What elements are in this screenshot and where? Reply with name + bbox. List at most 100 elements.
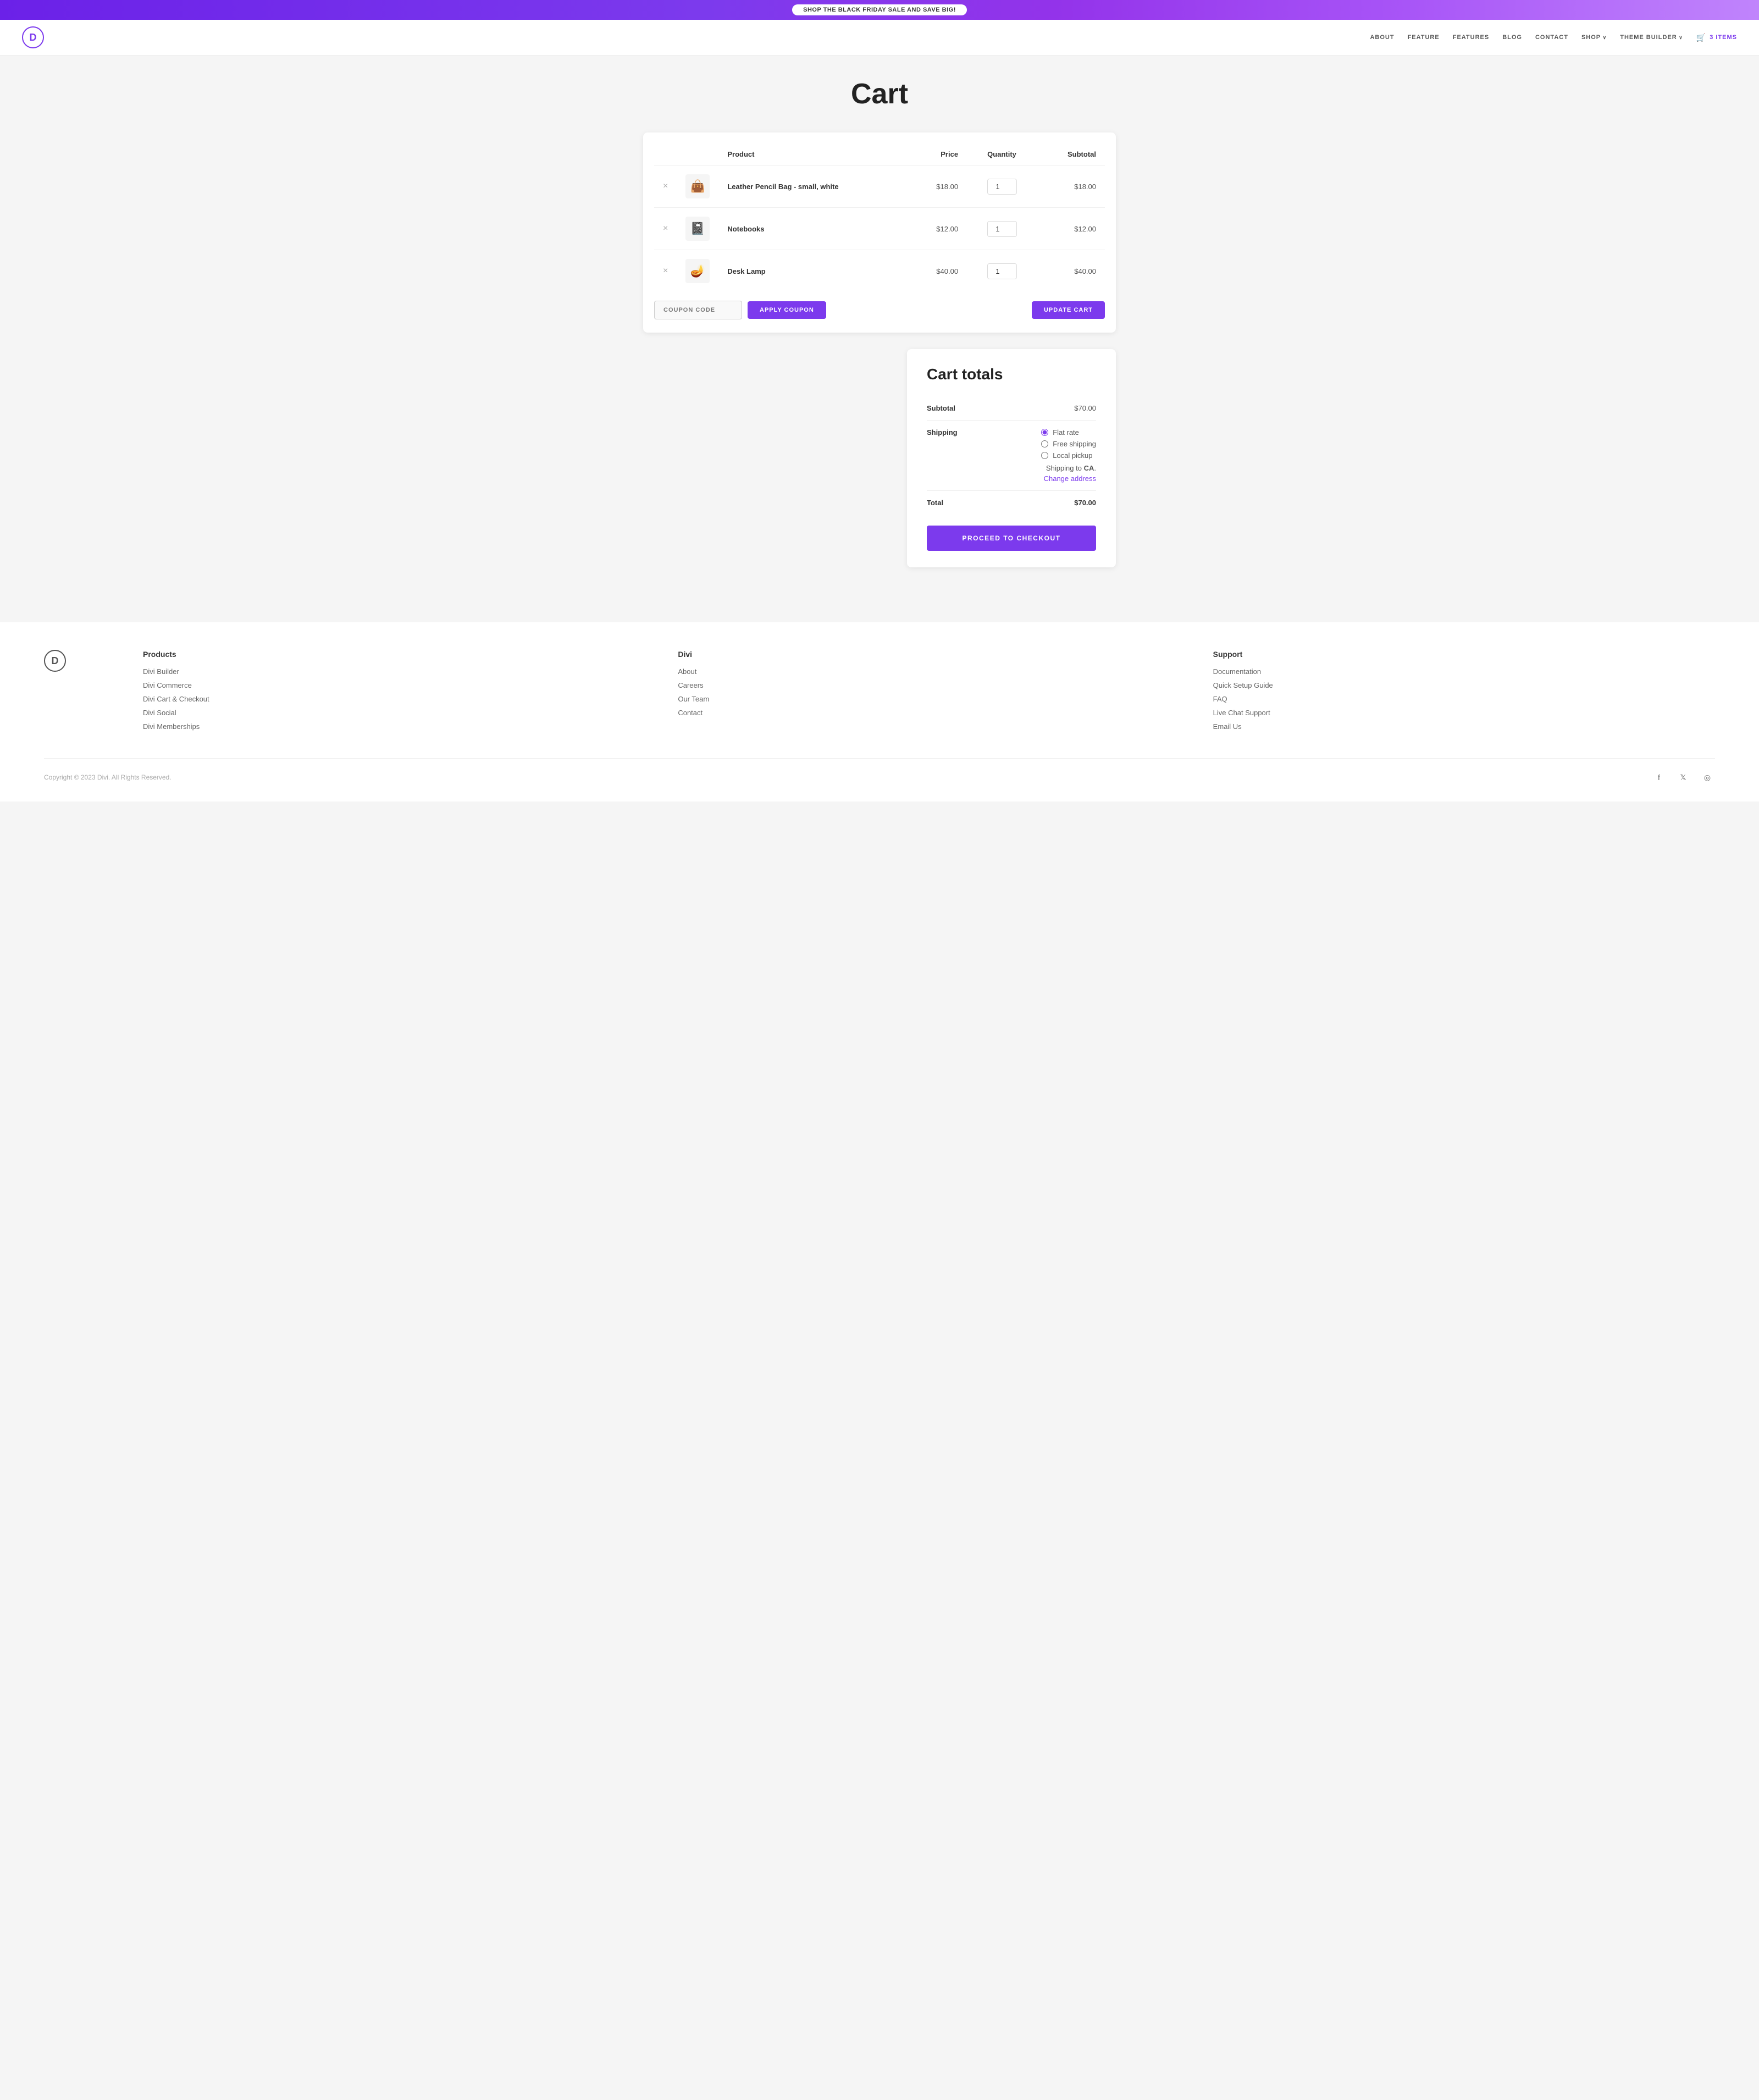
footer-columns: Products Divi Builder Divi Commerce Divi Ca… — [143, 650, 1715, 736]
cart-row: × 👜 Leather Pencil Bag - small, white $1… — [654, 165, 1105, 208]
footer-link[interactable]: About — [678, 667, 1180, 676]
footer-col: Divi About Careers Our Team Contact — [678, 650, 1180, 736]
product-name: Notebooks — [727, 225, 764, 233]
change-address-link[interactable]: Change address — [1041, 474, 1096, 483]
total-value: $70.00 — [1074, 499, 1096, 507]
logo[interactable]: D — [22, 26, 44, 48]
footer-link[interactable]: Divi Memberships — [143, 722, 645, 731]
social-twitter-icon[interactable]: 𝕏 — [1675, 770, 1691, 785]
shipping-free-label: Free shipping — [1053, 440, 1096, 448]
subtotal-row: Subtotal $70.00 — [927, 396, 1096, 421]
shipping-radio-local[interactable] — [1041, 452, 1048, 459]
product-subtotal: $18.00 — [1037, 165, 1105, 208]
checkout-button[interactable]: PROCEED TO CHECKOUT — [927, 526, 1096, 551]
footer-link[interactable]: Careers — [678, 681, 1180, 689]
footer-col-title: Support — [1213, 650, 1715, 659]
cart-row: × 🪔 Desk Lamp $40.00 $40.00 — [654, 250, 1105, 292]
nav-feature[interactable]: FEATURE — [1408, 34, 1440, 41]
footer-bottom: Copyright © 2023 Divi. All Rights Reserv… — [44, 758, 1715, 785]
nav-contact[interactable]: CONTACT — [1535, 34, 1568, 41]
banner-text: SHOP THE BLACK FRIDAY SALE AND SAVE BIG! — [792, 4, 967, 15]
shipping-label: Shipping — [927, 428, 971, 436]
update-cart-button[interactable]: UPDATE CART — [1032, 301, 1105, 319]
coupon-left: APPLY COUPON — [654, 301, 826, 319]
nav-shop[interactable]: SHOP — [1581, 34, 1607, 41]
social-facebook-icon[interactable]: f — [1651, 770, 1667, 785]
product-subtotal: $40.00 — [1037, 250, 1105, 292]
footer: D Products Divi Builder Divi Commerce Divi … — [0, 622, 1759, 802]
product-price: $18.00 — [909, 165, 967, 208]
product-price: $12.00 — [909, 208, 967, 250]
cart-item-count: 3 ITEMS — [1710, 34, 1737, 41]
footer-link[interactable]: Divi Commerce — [143, 681, 645, 689]
total-label: Total — [927, 499, 971, 507]
footer-link[interactable]: Divi Social — [143, 709, 645, 717]
cart-nav[interactable]: 🛒 3 ITEMS — [1696, 33, 1737, 42]
cart-table-container: Product Price Quantity Subtotal × 👜 Leat… — [643, 132, 1116, 333]
main-content: Cart Product Price Quantity Subtotal × 👜… — [632, 56, 1127, 589]
cart-row: × 📓 Notebooks $12.00 $12.00 — [654, 208, 1105, 250]
quantity-input[interactable] — [987, 263, 1017, 279]
product-price: $40.00 — [909, 250, 967, 292]
footer-link[interactable]: Documentation — [1213, 667, 1715, 676]
shipping-to: Shipping to CA. — [1041, 464, 1096, 472]
col-price: Price — [909, 143, 967, 165]
shipping-row: Shipping Flat rate Free shipping — [927, 421, 1096, 491]
social-icons: f 𝕏 ◎ — [1651, 770, 1715, 785]
footer-link[interactable]: Divi Cart & Checkout — [143, 695, 645, 703]
footer-top: D Products Divi Builder Divi Commerce Divi … — [44, 650, 1715, 736]
cart-totals-wrapper: Cart totals Subtotal $70.00 Shipping Fla… — [643, 349, 1116, 567]
product-subtotal: $12.00 — [1037, 208, 1105, 250]
footer-col-title: Products — [143, 650, 645, 659]
footer-col: Products Divi Builder Divi Commerce Divi Ca… — [143, 650, 645, 736]
footer-link[interactable]: Quick Setup Guide — [1213, 681, 1715, 689]
shipping-option-flat[interactable]: Flat rate — [1041, 428, 1096, 436]
product-image: 👜 — [685, 174, 710, 198]
col-quantity: Quantity — [967, 143, 1037, 165]
product-image: 📓 — [685, 217, 710, 241]
footer-col-title: Divi — [678, 650, 1180, 659]
subtotal-value: $70.00 — [1074, 404, 1096, 412]
nav-about[interactable]: ABOUT — [1370, 34, 1394, 41]
footer-copyright: Copyright © 2023 Divi. All Rights Reserv… — [44, 773, 172, 781]
footer-link[interactable]: Our Team — [678, 695, 1180, 703]
remove-item-button[interactable]: × — [663, 266, 668, 275]
main-nav: ABOUT FEATURE FEATURES BLOG CONTACT SHOP… — [1370, 33, 1737, 42]
shipping-option-free[interactable]: Free shipping — [1041, 440, 1096, 448]
top-banner: SHOP THE BLACK FRIDAY SALE AND SAVE BIG! — [0, 0, 1759, 20]
product-name: Desk Lamp — [727, 267, 765, 275]
footer-link[interactable]: Live Chat Support — [1213, 709, 1715, 717]
apply-coupon-button[interactable]: APPLY COUPON — [748, 301, 826, 319]
social-instagram-icon[interactable]: ◎ — [1700, 770, 1715, 785]
footer-col: Support Documentation Quick Setup Guide FAQ… — [1213, 650, 1715, 736]
coupon-input[interactable] — [654, 301, 742, 319]
shipping-flat-label: Flat rate — [1053, 428, 1079, 436]
quantity-input[interactable] — [987, 221, 1017, 237]
footer-logo-col: D — [44, 650, 110, 736]
shipping-radio-free[interactable] — [1041, 440, 1048, 447]
footer-link[interactable]: Contact — [678, 709, 1180, 717]
remove-item-button[interactable]: × — [663, 224, 668, 233]
footer-link[interactable]: FAQ — [1213, 695, 1715, 703]
quantity-input[interactable] — [987, 179, 1017, 195]
shipping-option-local[interactable]: Local pickup — [1041, 451, 1096, 460]
shipping-radio-flat[interactable] — [1041, 429, 1048, 436]
cart-icon: 🛒 — [1696, 33, 1706, 42]
col-product: Product — [718, 143, 909, 165]
footer-link[interactable]: Email Us — [1213, 722, 1715, 731]
nav-features[interactable]: FEATURES — [1453, 34, 1489, 41]
footer-logo[interactable]: D — [44, 650, 66, 672]
footer-link[interactable]: Divi Builder — [143, 667, 645, 676]
nav-theme-builder[interactable]: THEME BUILDER — [1620, 34, 1683, 41]
nav-blog[interactable]: BLOG — [1502, 34, 1522, 41]
col-remove — [654, 143, 677, 165]
col-subtotal: Subtotal — [1037, 143, 1105, 165]
remove-item-button[interactable]: × — [663, 181, 668, 191]
subtotal-label: Subtotal — [927, 404, 971, 412]
cart-totals: Cart totals Subtotal $70.00 Shipping Fla… — [907, 349, 1116, 567]
product-name: Leather Pencil Bag - small, white — [727, 183, 838, 191]
shipping-options: Flat rate Free shipping Local pickup — [1041, 428, 1096, 460]
header: D ABOUT FEATURE FEATURES BLOG CONTACT SH… — [0, 20, 1759, 56]
product-image: 🪔 — [685, 259, 710, 283]
cart-totals-title: Cart totals — [927, 366, 1096, 383]
